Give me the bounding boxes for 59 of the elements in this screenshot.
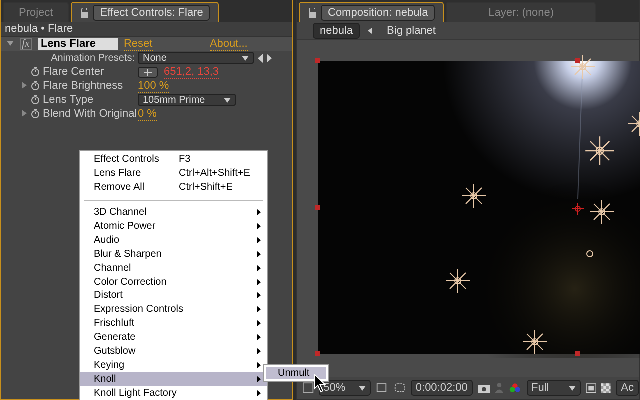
lock-icon xyxy=(308,8,317,18)
menu-item[interactable]: Frischluft xyxy=(80,316,267,331)
effect-name: Lens Flare xyxy=(38,38,118,50)
collapse-triangle-icon[interactable] xyxy=(21,110,28,117)
camera-icon[interactable] xyxy=(478,382,490,394)
lock-icon xyxy=(80,8,90,18)
presets-dropdown[interactable]: None xyxy=(138,52,254,64)
menu-item[interactable]: Unmult xyxy=(266,367,326,379)
menu-item[interactable]: Knoll xyxy=(80,372,267,386)
menu-item[interactable]: 3D Channel xyxy=(80,206,267,220)
menu-item[interactable]: Channel xyxy=(80,261,267,276)
menu-item[interactable]: Blur & Sharpen xyxy=(80,247,267,262)
number-value[interactable]: 0 % xyxy=(138,108,157,120)
property-name: Lens Type xyxy=(43,94,94,106)
menu-item[interactable]: Gutsblow xyxy=(80,344,267,358)
menu-item[interactable]: Remove All Ctrl+Shift+E xyxy=(80,180,267,195)
property-name: Flare Center xyxy=(43,66,104,78)
breadcrumb-button[interactable]: Big planet xyxy=(380,22,443,38)
menu-item[interactable]: Color Correction xyxy=(80,275,267,290)
menu-item[interactable]: Generate xyxy=(80,330,267,345)
stopwatch-icon[interactable] xyxy=(31,109,40,119)
color-channels-icon[interactable] xyxy=(509,382,522,394)
resolution-dropdown[interactable]: Full xyxy=(526,380,581,396)
property-name: Flare Brightness xyxy=(43,80,124,92)
stopwatch-icon[interactable] xyxy=(31,81,40,91)
caret-icon xyxy=(224,98,231,102)
mask-icon[interactable] xyxy=(394,382,406,394)
menu-item[interactable]: Audio xyxy=(80,233,267,248)
view-icon[interactable] xyxy=(586,382,596,394)
stopwatch-icon[interactable] xyxy=(31,95,40,105)
breadcrumb: nebula • Flare xyxy=(1,22,292,37)
presets-label: Animation Presets: xyxy=(51,52,135,64)
caret-icon xyxy=(359,386,366,390)
collapse-triangle-icon[interactable] xyxy=(21,82,28,89)
view-dropdown[interactable]: Ac xyxy=(616,380,639,396)
previous-next-arrows-icon[interactable] xyxy=(258,54,272,62)
expand-triangle-icon[interactable] xyxy=(7,40,14,47)
timecode-field[interactable]: 0:00:02:00 xyxy=(410,380,473,396)
region-icon[interactable] xyxy=(303,382,314,394)
caret-icon xyxy=(242,56,249,60)
breadcrumb-button[interactable]: nebula xyxy=(313,22,360,38)
menu-item[interactable]: Effect Controls F3 xyxy=(80,153,267,167)
panel-tab[interactable]: Effect Controls: Flare xyxy=(71,2,220,22)
menu-item[interactable]: Keying xyxy=(80,358,267,372)
property-name: Blend With Original xyxy=(43,108,138,120)
menu-item[interactable]: Distort xyxy=(80,289,267,303)
menu-item[interactable]: Atomic Power xyxy=(80,220,267,234)
panel-tab[interactable]: Composition: nebula xyxy=(299,2,444,22)
crosshair-button[interactable] xyxy=(138,66,158,78)
stopwatch-icon[interactable] xyxy=(31,67,40,77)
number-value[interactable]: 100 % xyxy=(138,80,170,92)
menu-item[interactable]: Knoll Light Factory xyxy=(80,386,267,400)
fx-icon: fx xyxy=(20,38,32,50)
menu-item[interactable]: Lens Flare Ctrl+Alt+Shift+E xyxy=(80,166,267,181)
caret-icon xyxy=(568,386,576,390)
menu-item[interactable]: Expression Controls xyxy=(80,302,267,317)
left-arrow-icon xyxy=(368,28,372,34)
transparency-grid-icon[interactable] xyxy=(601,382,612,394)
lens-type-dropdown[interactable]: 105mm Prime xyxy=(138,94,236,106)
